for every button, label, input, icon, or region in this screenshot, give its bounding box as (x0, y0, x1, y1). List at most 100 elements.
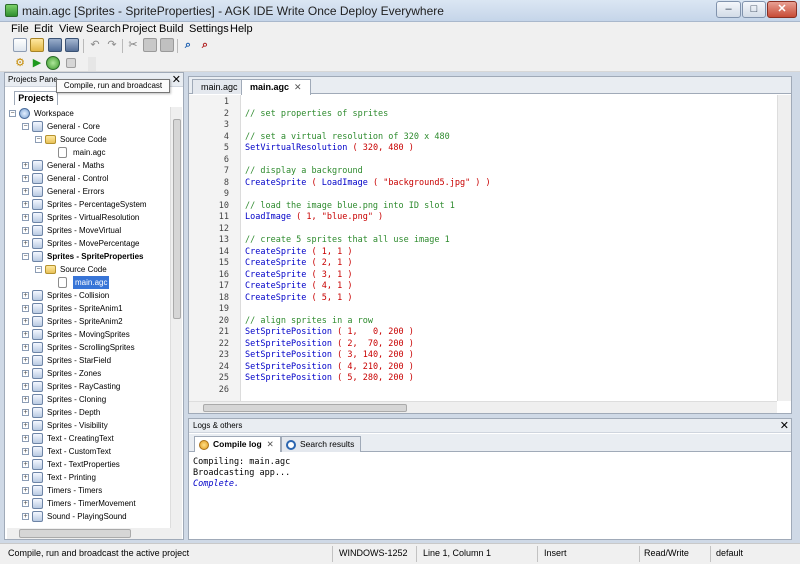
tree-expander-icon[interactable]: + (22, 474, 29, 481)
code-token: // set properties of sprites (245, 108, 389, 119)
line-number: 15 (218, 258, 229, 268)
paste-icon[interactable] (160, 38, 174, 52)
line-number: 12 (218, 223, 229, 234)
tree-expander-icon[interactable]: + (22, 292, 29, 299)
open-file-icon[interactable] (30, 38, 44, 52)
stop-icon[interactable] (66, 58, 76, 68)
code-token: ( 5, 1 ) (306, 292, 353, 303)
tab-compile-log[interactable]: Compile log ✕ (194, 436, 281, 452)
tree-expander-icon[interactable]: + (22, 227, 29, 234)
close-tab-icon[interactable]: ✕ (267, 439, 274, 449)
tree-expander-icon[interactable]: + (22, 331, 29, 338)
project-icon (32, 121, 43, 132)
line-number: 1 (223, 97, 229, 107)
redo-icon[interactable]: ↷ (105, 38, 119, 52)
cut-icon[interactable]: ✂ (126, 38, 140, 52)
save-all-icon[interactable] (65, 38, 79, 52)
tree-expander-icon[interactable]: + (22, 162, 29, 169)
menu-edit[interactable]: Edit (34, 22, 53, 37)
tree-expander-icon[interactable]: − (9, 110, 16, 117)
tree-expander-icon[interactable]: + (22, 175, 29, 182)
line-number: 13 (218, 235, 229, 245)
tree-expander-icon[interactable]: + (22, 448, 29, 455)
close-tab-icon[interactable]: ✕ (294, 82, 302, 92)
save-icon[interactable] (48, 38, 62, 52)
tree-horizontal-scroll-thumb[interactable] (19, 529, 131, 538)
tree-expander-icon[interactable]: + (22, 396, 29, 403)
tree-expander-icon[interactable]: + (22, 500, 29, 507)
project-icon (32, 485, 43, 496)
project-icon (32, 238, 43, 249)
broadcast-icon[interactable] (46, 56, 60, 70)
code-token: ( 4, 1 ) (306, 281, 353, 291)
tree-expander-icon[interactable]: + (22, 370, 29, 377)
tree-expander-icon[interactable]: + (22, 487, 29, 494)
tab-main-agc-2[interactable]: main.agc ✕ (241, 79, 311, 95)
menu-view[interactable]: View (59, 22, 83, 37)
tree-expander-icon[interactable]: − (35, 266, 42, 273)
tree-expander-icon[interactable]: + (22, 383, 29, 390)
status-bar: Compile, run and broadcast the active pr… (0, 543, 800, 564)
tree-item-label: General - Core (47, 122, 100, 131)
run-icon[interactable]: ▶ (30, 56, 44, 70)
tree-item-label: Sprites - MovingSprites (47, 330, 130, 339)
minimize-button[interactable]: – (716, 1, 741, 18)
code-token: CreateSprite (245, 177, 307, 188)
compile-icon[interactable]: ⚙ (13, 56, 27, 70)
tab-search-results[interactable]: Search results (281, 436, 362, 452)
menu-help[interactable]: Help (230, 22, 253, 37)
toolbar-separator (83, 39, 84, 53)
project-icon (32, 368, 43, 379)
menu-bar: File Edit View Search Project Build Sett… (0, 22, 800, 37)
menu-search[interactable]: Search (86, 22, 121, 37)
tree-horizontal-scrollbar[interactable] (7, 528, 182, 539)
tree-item-label: Sprites - SpriteAnim2 (47, 317, 123, 326)
tree-item-label: Workspace (34, 109, 74, 118)
find-replace-icon[interactable]: ⌕ (198, 38, 212, 52)
tree-expander-icon[interactable]: + (22, 188, 29, 195)
new-file-icon[interactable] (13, 38, 27, 52)
tree-item-label: Text - TextProperties (47, 460, 120, 469)
code-area[interactable]: // set properties of sprites // set a vir… (245, 95, 775, 401)
editor-vertical-scrollbar[interactable] (777, 95, 791, 401)
status-separator (332, 546, 333, 562)
code-token: ( 1, 1 ) (306, 246, 353, 257)
tree-expander-icon[interactable]: − (22, 123, 29, 130)
tree-expander-icon[interactable]: + (22, 201, 29, 208)
close-projects-pane-icon[interactable]: ✕ (172, 73, 181, 87)
tree-expander-icon[interactable]: + (22, 214, 29, 221)
find-icon[interactable]: ⌕ (181, 38, 195, 52)
tree-vertical-scroll-thumb[interactable] (173, 119, 181, 319)
maximize-button[interactable]: □ (742, 1, 766, 18)
editor-horizontal-scroll-thumb[interactable] (203, 404, 407, 412)
tree-expander-icon[interactable]: − (35, 136, 42, 143)
copy-icon[interactable] (143, 38, 157, 52)
menu-build[interactable]: Build (159, 22, 183, 37)
tree-expander-icon[interactable]: + (22, 409, 29, 416)
tree-item-label: Sprites - StarField (47, 356, 112, 365)
menu-project[interactable]: Project (122, 22, 156, 37)
tree-item-label: Text - CreatingText (47, 434, 114, 443)
tree-expander-icon[interactable]: + (22, 357, 29, 364)
tree-expander-icon[interactable]: + (22, 435, 29, 442)
tree-expander-icon[interactable]: + (22, 344, 29, 351)
logs-pane-title: Logs & others (193, 421, 243, 430)
undo-icon[interactable]: ↶ (88, 38, 102, 52)
editor-horizontal-scrollbar[interactable] (189, 401, 777, 413)
tab-main-agc-1[interactable]: main.agc (192, 79, 247, 94)
close-window-button[interactable]: ✕ (767, 1, 797, 18)
menu-settings[interactable]: Settings (189, 22, 229, 37)
project-icon (32, 407, 43, 418)
code-line: CreateSprite ( LoadImage ( "background5.… (245, 178, 491, 190)
tree-expander-icon[interactable]: + (22, 461, 29, 468)
tab-projects[interactable]: Projects (14, 91, 58, 105)
tree-expander-icon[interactable]: + (22, 422, 29, 429)
tree-vertical-scrollbar[interactable] (170, 107, 182, 528)
close-logs-pane-icon[interactable]: ✕ (780, 419, 789, 433)
tree-expander-icon[interactable]: − (22, 253, 29, 260)
tree-expander-icon[interactable]: + (22, 318, 29, 325)
menu-file[interactable]: File (11, 22, 29, 37)
tree-expander-icon[interactable]: + (22, 305, 29, 312)
tree-expander-icon[interactable]: + (22, 240, 29, 247)
tree-expander-icon[interactable]: + (22, 513, 29, 520)
